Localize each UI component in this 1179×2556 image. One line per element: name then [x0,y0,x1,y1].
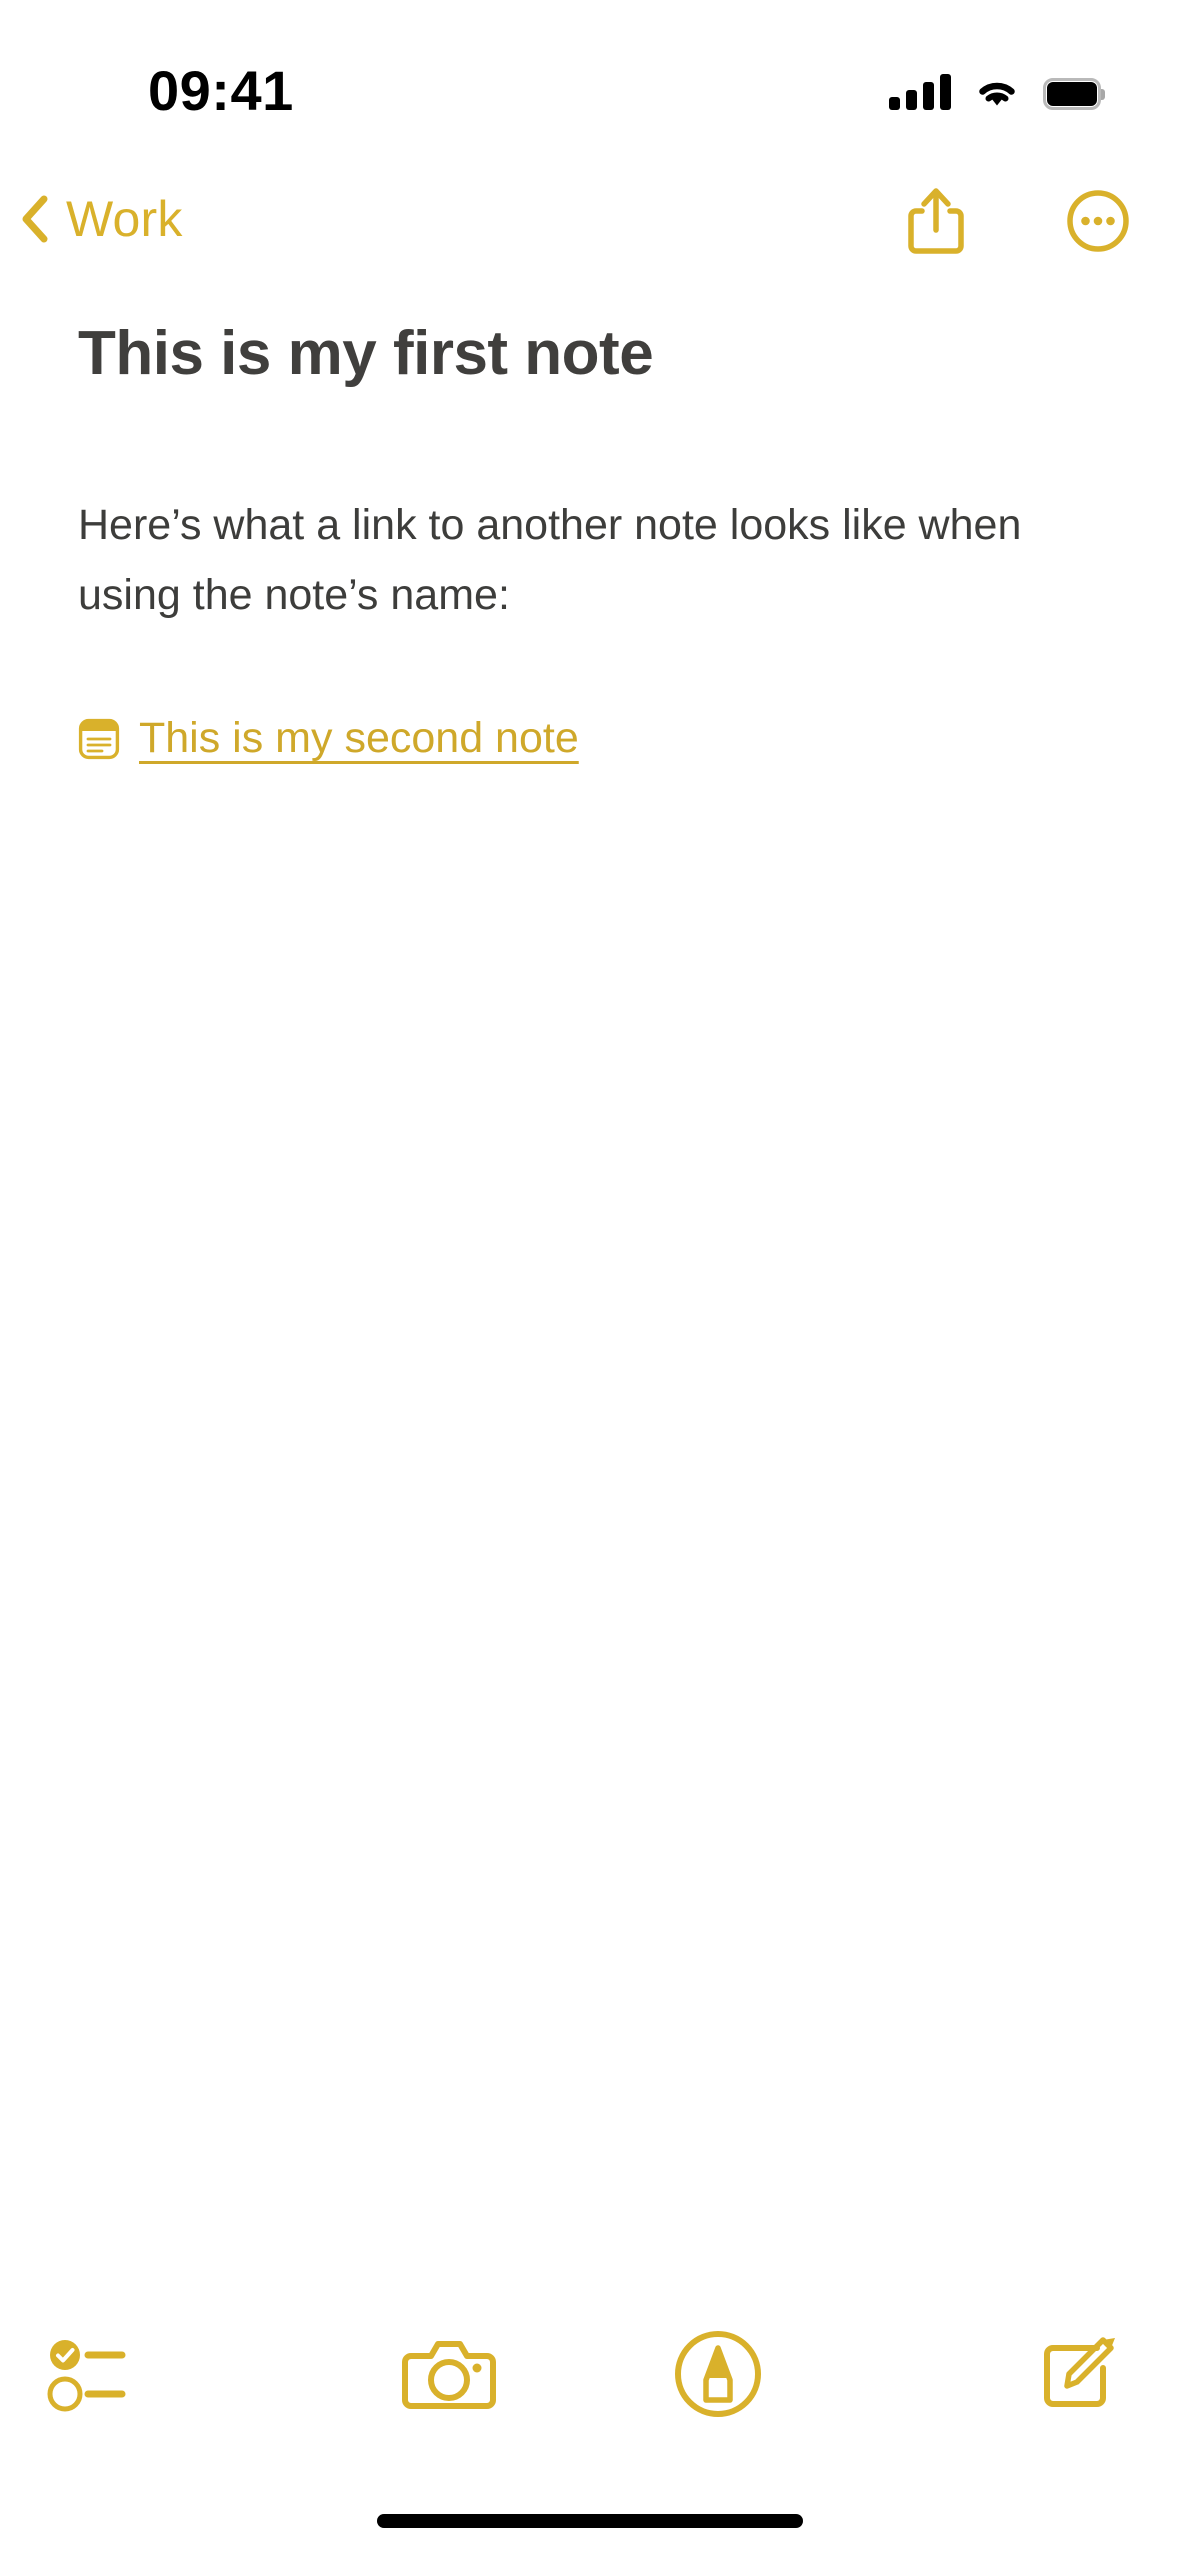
note-link-row[interactable]: This is my second note [78,714,579,763]
camera-button[interactable] [314,2304,584,2444]
camera-icon [401,2341,496,2409]
note-title[interactable]: This is my first note [78,318,654,389]
status-bar-indicators [889,62,1105,110]
status-bar-time: 09:41 [148,59,294,122]
chevron-left-icon [22,195,48,243]
note-toolbar [0,2304,1179,2444]
wifi-icon [979,82,1015,106]
note-link-label[interactable]: This is my second note [139,714,579,763]
note-paragraph[interactable]: Here’s what a link to another note looks… [78,490,1068,630]
compose-icon [1044,2337,1115,2407]
notes-app-screen: 09:41 Work This is my first note Here’s … [0,0,1179,2556]
checklist-icon [47,2340,126,2412]
home-indicator [376,2514,803,2528]
share-icon[interactable] [903,184,969,258]
battery-full-icon [1043,78,1105,110]
cellular-signal-icon [889,74,951,110]
navigation-bar: Work [0,178,1179,288]
back-button[interactable]: Work [18,190,183,248]
markup-button[interactable] [584,2304,854,2444]
back-button-label: Work [66,191,183,247]
markup-pen-icon [675,2331,762,2417]
note-document-icon [78,718,120,759]
navigation-actions [903,184,1131,258]
status-bar: 09:41 [0,0,1179,150]
ellipsis-circle-icon[interactable] [1065,184,1131,258]
checklist-button[interactable] [0,2304,314,2444]
compose-button[interactable] [853,2304,1179,2444]
